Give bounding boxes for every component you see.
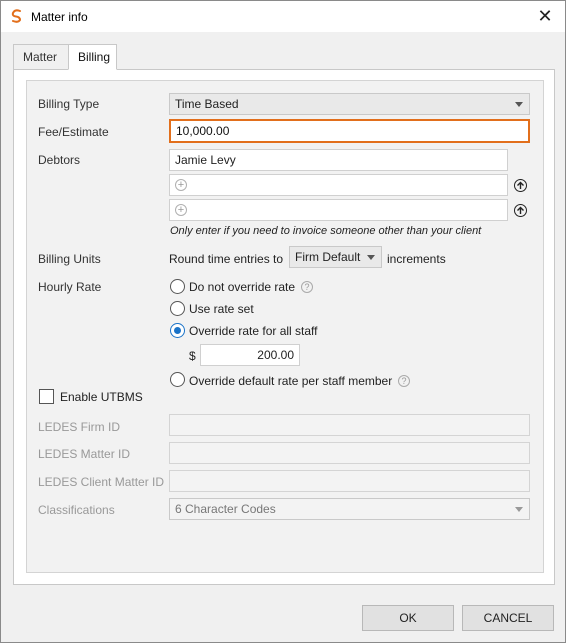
add-circle-icon: + <box>175 179 187 191</box>
chevron-down-icon <box>367 255 375 260</box>
classifications-select[interactable]: 6 Character Codes <box>169 498 530 520</box>
ledes-firm-id-input[interactable] <box>169 414 530 436</box>
classifications-label: Classifications <box>38 503 115 517</box>
ledes-client-matter-id-input[interactable] <box>169 470 530 492</box>
ok-button[interactable]: OK <box>362 605 454 631</box>
radio-do-not-override[interactable] <box>170 279 185 294</box>
radio-override-per-staff-label: Override default rate per staff member <box>189 374 393 388</box>
debtor-add-field-1[interactable]: + <box>169 174 508 196</box>
ledes-firm-id-label: LEDES Firm ID <box>38 420 121 434</box>
help-icon[interactable]: ? <box>398 375 410 387</box>
billing-units-prefix: Round time entries to <box>169 252 284 266</box>
classifications-value: 6 Character Codes <box>175 502 276 516</box>
fee-estimate-input[interactable]: 10,000.00 <box>169 119 530 143</box>
close-icon[interactable]: ✕ <box>535 6 555 26</box>
currency-symbol: $ <box>189 349 196 363</box>
radio-use-rate-set-label: Use rate set <box>189 302 254 316</box>
app-logo-icon <box>11 9 22 23</box>
debtors-label: Debtors <box>38 153 81 167</box>
matter-info-dialog: Matter info ✕ Matter Billing Billing Typ… <box>0 0 566 643</box>
hourly-rate-label: Hourly Rate <box>38 280 102 294</box>
fee-estimate-label: Fee/Estimate <box>38 125 109 139</box>
chevron-down-icon <box>515 102 523 107</box>
move-up-icon[interactable] <box>514 179 527 192</box>
billing-units-suffix: increments <box>387 252 446 266</box>
help-icon[interactable]: ? <box>301 281 313 293</box>
debtor-primary-field[interactable]: Jamie Levy <box>169 149 508 171</box>
enable-utbms-checkbox[interactable] <box>39 389 54 404</box>
debtor-add-field-2[interactable]: + <box>169 199 508 221</box>
ledes-matter-id-input[interactable] <box>169 442 530 464</box>
billing-type-value: Time Based <box>175 97 239 111</box>
radio-do-not-override-label: Do not override rate <box>189 280 296 294</box>
title-bar: Matter info ✕ <box>1 1 565 32</box>
rate-amount-input[interactable]: 200.00 <box>200 344 300 366</box>
tab-billing[interactable]: Billing <box>68 44 117 70</box>
chevron-down-icon <box>515 507 523 512</box>
billing-units-select[interactable]: Firm Default <box>289 246 382 268</box>
billing-units-label: Billing Units <box>38 252 101 266</box>
billing-type-label: Billing Type <box>38 97 100 111</box>
window-title: Matter info <box>31 10 88 24</box>
cancel-button[interactable]: CANCEL <box>462 605 554 631</box>
move-up-icon[interactable] <box>514 204 527 217</box>
radio-use-rate-set[interactable] <box>170 301 185 316</box>
radio-override-all-staff[interactable] <box>170 323 185 338</box>
add-circle-icon: + <box>175 204 187 216</box>
enable-utbms-label: Enable UTBMS <box>60 390 143 404</box>
ledes-client-matter-id-label: LEDES Client Matter ID <box>38 475 165 489</box>
ledes-matter-id-label: LEDES Matter ID <box>38 447 131 461</box>
billing-units-value: Firm Default <box>295 250 361 264</box>
radio-override-per-staff[interactable] <box>170 372 185 387</box>
tab-matter[interactable]: Matter <box>13 44 68 70</box>
radio-override-all-staff-label: Override rate for all staff <box>189 324 318 338</box>
billing-type-select[interactable]: Time Based <box>169 93 530 115</box>
debtors-note: Only enter if you need to invoice someon… <box>170 225 482 237</box>
